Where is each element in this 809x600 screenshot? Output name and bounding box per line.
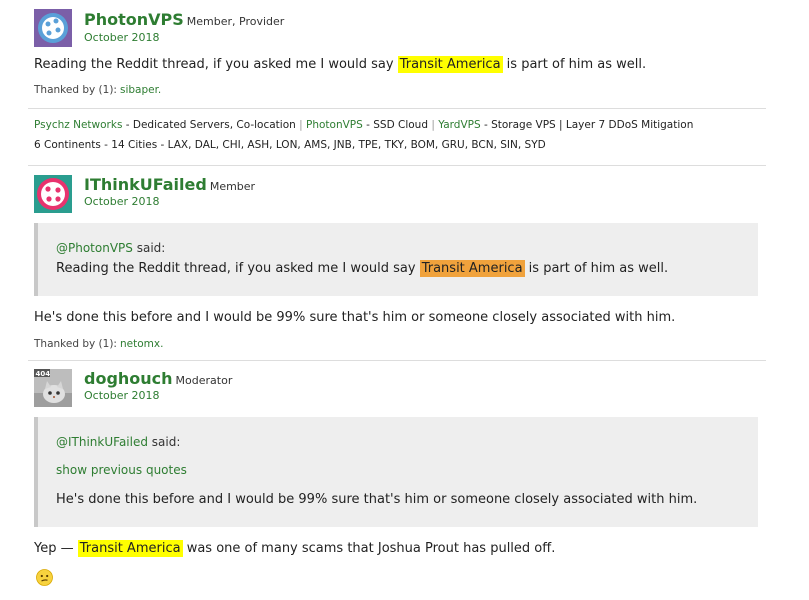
post-body-text: Yep —	[34, 541, 78, 556]
signature-line-2: 6 Continents - 14 Cities - LAX, DAL, CHI…	[34, 139, 546, 151]
divider	[28, 108, 766, 109]
signature-link-yardvps[interactable]: YardVPS	[435, 119, 480, 131]
username-link[interactable]: IThinkUFailed Member	[84, 175, 255, 194]
quote-author: @PhotonVPS said:	[56, 241, 165, 255]
thanked-label: Thanked by (1):	[34, 338, 117, 350]
user-role: Moderator	[175, 374, 233, 387]
avatar[interactable]	[34, 175, 72, 213]
thanked-by: Thanked by (1): sibaper.	[34, 84, 161, 96]
avatar[interactable]: 404	[34, 369, 72, 407]
user-role: Member, Provider	[186, 15, 285, 28]
thanked-user-link[interactable]: sibaper.	[120, 84, 161, 96]
username-link[interactable]: PhotonVPS Member, Provider	[84, 10, 284, 29]
signature-text: - SSD Cloud	[362, 119, 432, 131]
quote-said: said:	[132, 241, 166, 255]
post-body-text: is part of him as well.	[502, 57, 647, 72]
quote-text-part: is part of him as well.	[524, 261, 669, 276]
thanked-user-link[interactable]: netomx.	[120, 338, 163, 350]
search-highlight: Transit America	[397, 56, 503, 73]
quote-author: @IThinkUFailed said:	[56, 435, 180, 449]
avatar[interactable]	[34, 9, 72, 47]
quote-author-link[interactable]: @IThinkUFailed	[56, 435, 148, 449]
post-body: Yep — Transit America was one of many sc…	[34, 540, 555, 558]
show-previous-quotes-link[interactable]: show previous quotes	[56, 463, 187, 477]
post-date[interactable]: October 2018	[84, 31, 160, 44]
signature-text: - Storage VPS | Layer 7 DDoS Mitigation	[480, 119, 694, 131]
post-body: He's done this before and I would be 99%…	[34, 310, 676, 325]
signature-link-psychz[interactable]: Psychz Networks	[34, 119, 122, 131]
signature: Psychz Networks - Dedicated Servers, Co-…	[34, 115, 693, 155]
quote-said: said:	[147, 435, 181, 449]
username[interactable]: IThinkUFailed	[84, 175, 207, 194]
thanked-by: Thanked by (1): netomx.	[34, 338, 163, 350]
quote-text-part: Reading the Reddit thread, if you asked …	[56, 261, 420, 276]
user-role: Member	[209, 180, 256, 193]
post-date[interactable]: October 2018	[84, 195, 160, 208]
avatar-badge: 404	[36, 370, 51, 378]
signature-link-photonvps[interactable]: PhotonVPS	[303, 119, 363, 131]
post-body-text: was one of many scams that Joshua Prout …	[182, 541, 556, 556]
quote-text: Reading the Reddit thread, if you asked …	[56, 260, 669, 277]
post-body-text: Reading the Reddit thread, if you asked …	[34, 57, 398, 72]
search-highlight: Transit America	[419, 260, 525, 277]
signature-line-1: Psychz Networks - Dedicated Servers, Co-…	[34, 115, 693, 135]
username-link[interactable]: doghouch Moderator	[84, 369, 232, 388]
confused-face-icon	[36, 569, 53, 586]
search-highlight: Transit America	[77, 540, 183, 557]
blockquote: @IThinkUFailed said: show previous quote…	[34, 417, 758, 527]
post-date[interactable]: October 2018	[84, 389, 160, 402]
username[interactable]: PhotonVPS	[84, 10, 184, 29]
username[interactable]: doghouch	[84, 369, 173, 388]
blockquote: @PhotonVPS said: Reading the Reddit thre…	[34, 223, 758, 296]
post-body: Reading the Reddit thread, if you asked …	[34, 56, 646, 74]
quote-author-link[interactable]: @PhotonVPS	[56, 241, 133, 255]
thanked-label: Thanked by (1):	[34, 84, 117, 96]
signature-text: - Dedicated Servers, Co-location	[122, 119, 300, 131]
quote-text: He's done this before and I would be 99%…	[56, 492, 698, 507]
